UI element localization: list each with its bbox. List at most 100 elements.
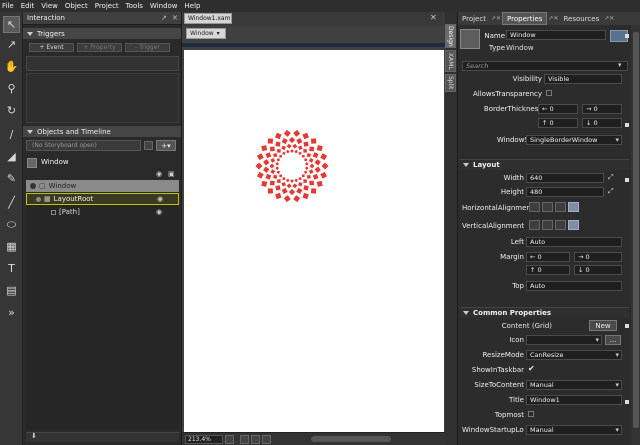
horizontal-scrollbar[interactable]	[311, 436, 391, 442]
height-field[interactable]: 480	[526, 187, 604, 197]
show-in-taskbar-checkbox[interactable]: ✔	[528, 364, 535, 373]
close-icon[interactable]: ✕	[172, 14, 178, 22]
snap-grid-button[interactable]	[240, 434, 249, 444]
property-marker-icon[interactable]	[625, 400, 629, 404]
properties-scroll-thumb[interactable]	[633, 32, 639, 428]
menu-project[interactable]: Project	[95, 2, 119, 10]
arrow-down-icon[interactable]: ⬇	[31, 432, 37, 440]
pin-icon[interactable]: ↗✕	[490, 12, 502, 25]
tab-resources[interactable]: Resources	[559, 12, 603, 25]
ellipse-tool-icon[interactable]: ⬭	[3, 216, 20, 233]
new-storyboard-button[interactable]: +▾	[156, 140, 176, 151]
menu-file[interactable]: File	[2, 2, 14, 10]
allows-transparency-checkbox[interactable]	[546, 90, 552, 96]
align-stretch-icon[interactable]	[568, 202, 579, 212]
border-right-field[interactable]: → 0	[582, 104, 622, 114]
property-marker-icon[interactable]	[625, 34, 629, 38]
menu-object[interactable]: Object	[65, 2, 88, 10]
margin-right-field[interactable]: → 0	[574, 252, 622, 262]
tree-row-path[interactable]: [Path] ◉	[26, 206, 179, 218]
border-bottom-field[interactable]: ↓ 0	[582, 118, 622, 128]
camera-orbit-tool-icon[interactable]: ↻	[3, 102, 20, 119]
align-bottom-icon[interactable]	[555, 220, 566, 230]
tree-scrollbar[interactable]	[26, 432, 179, 442]
tab-project[interactable]: Project	[458, 12, 490, 25]
menu-edit[interactable]: Edit	[21, 2, 35, 10]
size-to-content-field[interactable]: Manual	[526, 380, 622, 390]
new-content-button[interactable]: New	[589, 320, 617, 331]
property-marker-icon[interactable]	[625, 123, 629, 127]
eyedropper-tool-icon[interactable]: ∕	[3, 126, 20, 143]
text-tool-icon[interactable]: T	[3, 260, 20, 277]
grid-tool-icon[interactable]: ▦	[3, 238, 20, 255]
menu-view[interactable]: View	[41, 2, 58, 10]
border-top-field[interactable]: ↑ 0	[538, 118, 578, 128]
top-field[interactable]: Auto	[526, 281, 622, 291]
align-left-icon[interactable]	[529, 202, 540, 212]
margin-bottom-field[interactable]: ↓ 0	[574, 265, 622, 275]
tab-window1-xaml[interactable]: Window1.xaml*	[184, 13, 232, 24]
zoom-tool-icon[interactable]: ⚲	[3, 80, 20, 97]
pin-icon[interactable]: ↗✕	[547, 12, 559, 25]
add-property-button[interactable]: + Property	[77, 43, 122, 52]
storyboard-picker[interactable]: (No Storyboard open)	[26, 140, 141, 151]
remove-trigger-button[interactable]: - Trigger	[125, 43, 170, 52]
margin-left-field[interactable]: ← 0	[526, 252, 570, 262]
resize-mode-field[interactable]: CanResize	[526, 350, 622, 360]
window-style-field[interactable]: SingleBorderWindow	[526, 135, 622, 145]
pen-tool-icon[interactable]: ✎	[3, 170, 20, 187]
layout-section-header[interactable]: Layout	[460, 159, 629, 170]
tree-row-layoutroot[interactable]: ▦ LayoutRoot ◉	[26, 193, 179, 205]
objects-timeline-header[interactable]: Objects and Timeline	[23, 126, 181, 137]
pan-tool-icon[interactable]: ✋	[3, 58, 20, 75]
tab-design[interactable]: Design	[445, 24, 456, 48]
property-marker-icon[interactable]	[625, 324, 629, 328]
browse-icon-button[interactable]: ...	[605, 335, 621, 345]
auto-size-icon[interactable]: ⤢	[608, 187, 614, 196]
add-event-button[interactable]: + Event	[29, 43, 74, 52]
left-field[interactable]: Auto	[526, 237, 622, 247]
visibility-field[interactable]: Visible	[544, 74, 622, 84]
name-field[interactable]: Window	[506, 30, 606, 40]
common-properties-header[interactable]: Common Properties	[460, 307, 629, 318]
align-center-icon[interactable]	[542, 202, 553, 212]
eye-icon[interactable]: ◉	[157, 195, 163, 203]
triggers-header[interactable]: Triggers	[23, 28, 181, 39]
menu-tools[interactable]: Tools	[126, 2, 143, 10]
triggers-list[interactable]	[26, 56, 179, 71]
controls-tool-icon[interactable]: ▤	[3, 282, 20, 299]
width-field[interactable]: 640	[526, 173, 604, 183]
zoom-dropdown-button[interactable]	[225, 434, 234, 444]
tab-split[interactable]: Split	[445, 74, 456, 92]
title-field[interactable]: Window1	[526, 395, 622, 405]
zoom-field[interactable]: 213.4%	[185, 434, 223, 444]
snap-lines-button[interactable]	[262, 434, 271, 444]
expander-icon[interactable]	[36, 196, 41, 202]
storyboard-options-button[interactable]	[144, 141, 153, 150]
align-middle-icon[interactable]	[542, 220, 553, 230]
eye-icon[interactable]: ◉	[156, 208, 162, 216]
search-input[interactable]: Search	[462, 61, 628, 71]
border-left-field[interactable]: ← 0	[538, 104, 578, 114]
margin-top-field[interactable]: ↑ 0	[526, 265, 570, 275]
menu-window[interactable]: Window	[150, 2, 178, 10]
show-grid-button[interactable]	[251, 434, 260, 444]
topmost-checkbox[interactable]	[528, 411, 534, 417]
pin-icon[interactable]: ↗✕	[603, 12, 615, 25]
expander-icon[interactable]	[30, 183, 36, 189]
window-breadcrumb[interactable]: Window ▾	[186, 28, 226, 39]
asset-library-icon[interactable]: »	[3, 304, 20, 321]
path-shape-flower[interactable]	[252, 126, 332, 206]
align-vstretch-icon[interactable]	[568, 220, 579, 230]
direct-selection-tool-icon[interactable]: ↗	[3, 36, 20, 53]
property-marker-icon[interactable]	[625, 178, 629, 182]
tree-row-window[interactable]: ▢ Window	[26, 180, 179, 192]
dropdown-icon[interactable]: ▾	[618, 61, 622, 69]
selection-tool-icon[interactable]: ↖	[3, 16, 20, 33]
tab-xaml[interactable]: XAML	[445, 50, 456, 72]
brush-transform-tool-icon[interactable]: ╱	[3, 194, 20, 211]
tab-properties[interactable]: Properties	[502, 12, 548, 25]
close-document-icon[interactable]: ✕	[430, 13, 437, 22]
align-top-icon[interactable]	[529, 220, 540, 230]
scope-up-icon[interactable]	[27, 158, 37, 168]
